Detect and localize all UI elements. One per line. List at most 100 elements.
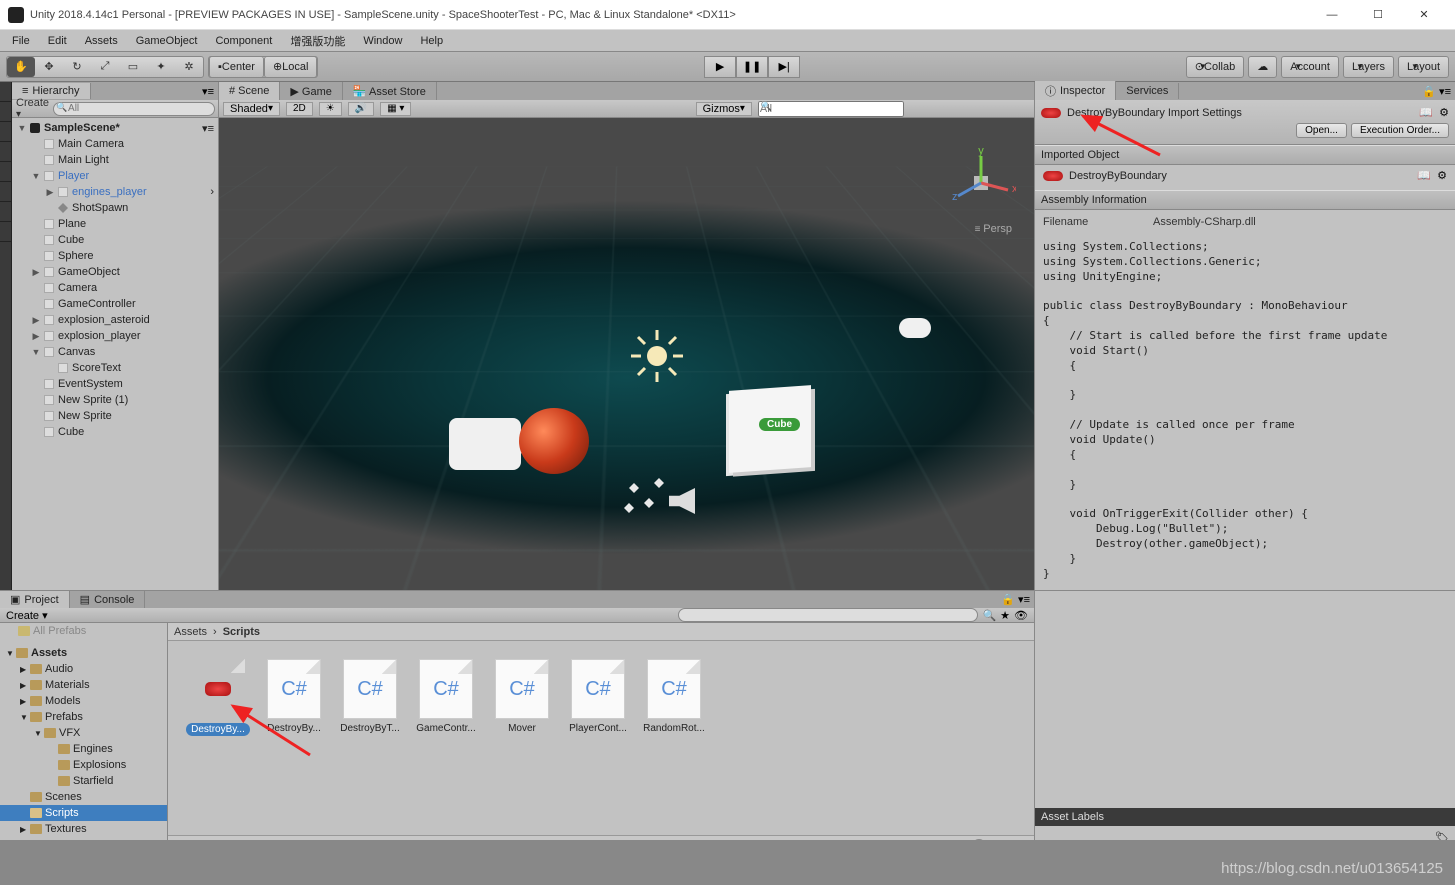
hierarchy-search-input[interactable] bbox=[53, 102, 215, 116]
rotate-tool-button[interactable]: ↻ bbox=[63, 57, 91, 77]
collab-button[interactable]: ⊙ Collab▼ bbox=[1186, 56, 1244, 78]
minimize-button[interactable]: — bbox=[1309, 0, 1355, 30]
move-tool-button[interactable]: ✥ bbox=[35, 57, 63, 77]
file-item[interactable]: DestroyBy... bbox=[186, 659, 250, 736]
hand-tool-button[interactable]: ✋ bbox=[7, 57, 35, 77]
hierarchy-item[interactable]: ScoreText bbox=[12, 360, 218, 376]
breadcrumb[interactable]: Assets › Scripts bbox=[168, 623, 1034, 641]
file-item[interactable]: C#RandomRot... bbox=[642, 659, 706, 734]
scene-view[interactable]: Cube yxz ≡ Persp bbox=[219, 118, 1034, 590]
hierarchy-item[interactable]: Plane bbox=[12, 216, 218, 232]
cloud-button[interactable]: ☁ bbox=[1248, 56, 1277, 78]
scene-search-input[interactable] bbox=[758, 101, 904, 117]
menu-file[interactable]: File bbox=[4, 33, 38, 49]
gear-icon[interactable]: ⚙ bbox=[1437, 169, 1447, 182]
project-tab[interactable]: ▣ Project bbox=[0, 591, 70, 608]
scene-menu-icon[interactable]: ▾≡ bbox=[202, 122, 218, 135]
console-tab[interactable]: ▤ Console bbox=[70, 591, 146, 608]
hierarchy-item[interactable]: ▶explosion_player bbox=[12, 328, 218, 344]
folder-scenes[interactable]: Scenes bbox=[0, 789, 167, 805]
folder-scripts[interactable]: Scripts bbox=[0, 805, 167, 821]
hierarchy-item[interactable]: Sphere bbox=[12, 248, 218, 264]
file-item[interactable]: C#GameContr... bbox=[414, 659, 478, 734]
perspective-label[interactable]: ≡ Persp bbox=[975, 223, 1012, 235]
services-tab[interactable]: Services bbox=[1116, 83, 1179, 99]
tab-asset-store[interactable]: 🏪 Asset Store bbox=[343, 82, 437, 100]
hierarchy-item[interactable]: ▼Player bbox=[12, 168, 218, 184]
menu-gameobject[interactable]: GameObject bbox=[128, 33, 206, 49]
folder-prefabs[interactable]: ▼Prefabs bbox=[0, 709, 167, 725]
folder-models[interactable]: ▶Models bbox=[0, 693, 167, 709]
breadcrumb-scripts[interactable]: Scripts bbox=[223, 626, 260, 638]
asteroid-object[interactable] bbox=[519, 408, 589, 474]
panel-lock-icon[interactable]: 🔒 ▾≡ bbox=[997, 593, 1034, 606]
menu-component[interactable]: Component bbox=[207, 33, 280, 49]
folder-vfx[interactable]: ▼VFX bbox=[0, 725, 167, 741]
close-button[interactable]: ✕ bbox=[1401, 0, 1447, 30]
file-item[interactable]: C#DestroyByT... bbox=[338, 659, 402, 734]
layout-button[interactable]: Layout▼ bbox=[1398, 56, 1449, 78]
gear-icon[interactable]: ⚙ bbox=[1439, 106, 1449, 119]
favorite-filter-icon[interactable]: ★ bbox=[1000, 609, 1010, 622]
pivot-rotation-button[interactable]: ⊕ Local bbox=[264, 56, 318, 78]
favorites-item[interactable]: All Prefabs bbox=[0, 623, 167, 639]
scale-tool-button[interactable]: ⤢ bbox=[91, 57, 119, 77]
folder-starfield[interactable]: Starfield bbox=[0, 773, 167, 789]
hierarchy-item[interactable]: GameController bbox=[12, 296, 218, 312]
hierarchy-item[interactable]: ▼Canvas bbox=[12, 344, 218, 360]
help-icon[interactable]: 📖 bbox=[1417, 169, 1431, 182]
layers-button[interactable]: Layers▼ bbox=[1343, 56, 1394, 78]
hierarchy-item[interactable]: ShotSpawn bbox=[12, 200, 218, 216]
menu-edit[interactable]: Edit bbox=[40, 33, 75, 49]
hierarchy-item[interactable]: ▶GameObject bbox=[12, 264, 218, 280]
file-item[interactable]: C#PlayerCont... bbox=[566, 659, 630, 734]
hierarchy-item[interactable]: New Sprite (1) bbox=[12, 392, 218, 408]
breadcrumb-assets[interactable]: Assets bbox=[174, 626, 207, 638]
transform-tool-button[interactable]: ✦ bbox=[147, 57, 175, 77]
help-icon[interactable]: 📖 bbox=[1419, 106, 1433, 119]
menu-增强版功能[interactable]: 增强版功能 bbox=[282, 31, 353, 51]
hierarchy-item[interactable]: New Sprite bbox=[12, 408, 218, 424]
gizmos-dropdown[interactable]: Gizmos ▾ bbox=[696, 102, 752, 116]
scene-root[interactable]: ▼ SampleScene* ▾≡ bbox=[12, 120, 218, 136]
open-button[interactable]: Open... bbox=[1296, 123, 1347, 138]
twod-toggle[interactable]: 2D bbox=[286, 102, 313, 116]
execution-order-button[interactable]: Execution Order... bbox=[1351, 123, 1449, 138]
hierarchy-item[interactable]: Camera bbox=[12, 280, 218, 296]
pause-button[interactable]: ❚❚ bbox=[736, 56, 768, 78]
tab-game[interactable]: ▶ Game bbox=[280, 82, 342, 100]
folder-assets[interactable]: ▼Assets bbox=[0, 645, 167, 661]
hierarchy-item[interactable]: Cube bbox=[12, 424, 218, 440]
panel-menu-icon[interactable]: ▾≡ bbox=[198, 85, 218, 98]
create-button[interactable]: Create ▾ bbox=[16, 97, 49, 120]
rect-tool-button[interactable]: ▭ bbox=[119, 57, 147, 77]
hierarchy-item[interactable]: Main Light bbox=[12, 152, 218, 168]
hierarchy-item[interactable]: Main Camera bbox=[12, 136, 218, 152]
folder-engines[interactable]: Engines bbox=[0, 741, 167, 757]
panel-lock-icon[interactable]: 🔒 ▾≡ bbox=[1418, 85, 1455, 98]
inspector-tab[interactable]: ⓘ Inspector bbox=[1035, 81, 1116, 101]
scene-axis-gizmo[interactable]: yxz bbox=[946, 148, 1016, 218]
hierarchy-item[interactable]: ▶explosion_asteroid bbox=[12, 312, 218, 328]
draw-mode-dropdown[interactable]: Shaded ▾ bbox=[223, 102, 280, 116]
folder-materials[interactable]: ▶Materials bbox=[0, 677, 167, 693]
create-button[interactable]: Create ▾ bbox=[6, 609, 48, 622]
menu-window[interactable]: Window bbox=[355, 33, 410, 49]
menu-help[interactable]: Help bbox=[412, 33, 451, 49]
file-item[interactable]: C#DestroyBy... bbox=[262, 659, 326, 734]
file-item[interactable]: C#Mover bbox=[490, 659, 554, 734]
project-search-input[interactable] bbox=[678, 608, 978, 622]
hidden-filter-icon[interactable]: 👁 bbox=[1014, 609, 1028, 622]
folder-explosions[interactable]: Explosions bbox=[0, 757, 167, 773]
hierarchy-item[interactable]: EventSystem bbox=[12, 376, 218, 392]
account-button[interactable]: Account▼ bbox=[1281, 56, 1339, 78]
hierarchy-item[interactable]: Cube bbox=[12, 232, 218, 248]
custom-tool-button[interactable]: ✲ bbox=[175, 57, 203, 77]
search-filter-icon[interactable]: 🔍 bbox=[982, 609, 996, 622]
pivot-mode-button[interactable]: ▪ Center bbox=[209, 56, 264, 78]
menu-assets[interactable]: Assets bbox=[77, 33, 126, 49]
tab-scene[interactable]: # Scene bbox=[219, 82, 280, 100]
hierarchy-item[interactable]: ▶engines_player› bbox=[12, 184, 218, 200]
folder-audio[interactable]: ▶Audio bbox=[0, 661, 167, 677]
fx-toggle[interactable]: ▦ ▾ bbox=[380, 102, 411, 116]
